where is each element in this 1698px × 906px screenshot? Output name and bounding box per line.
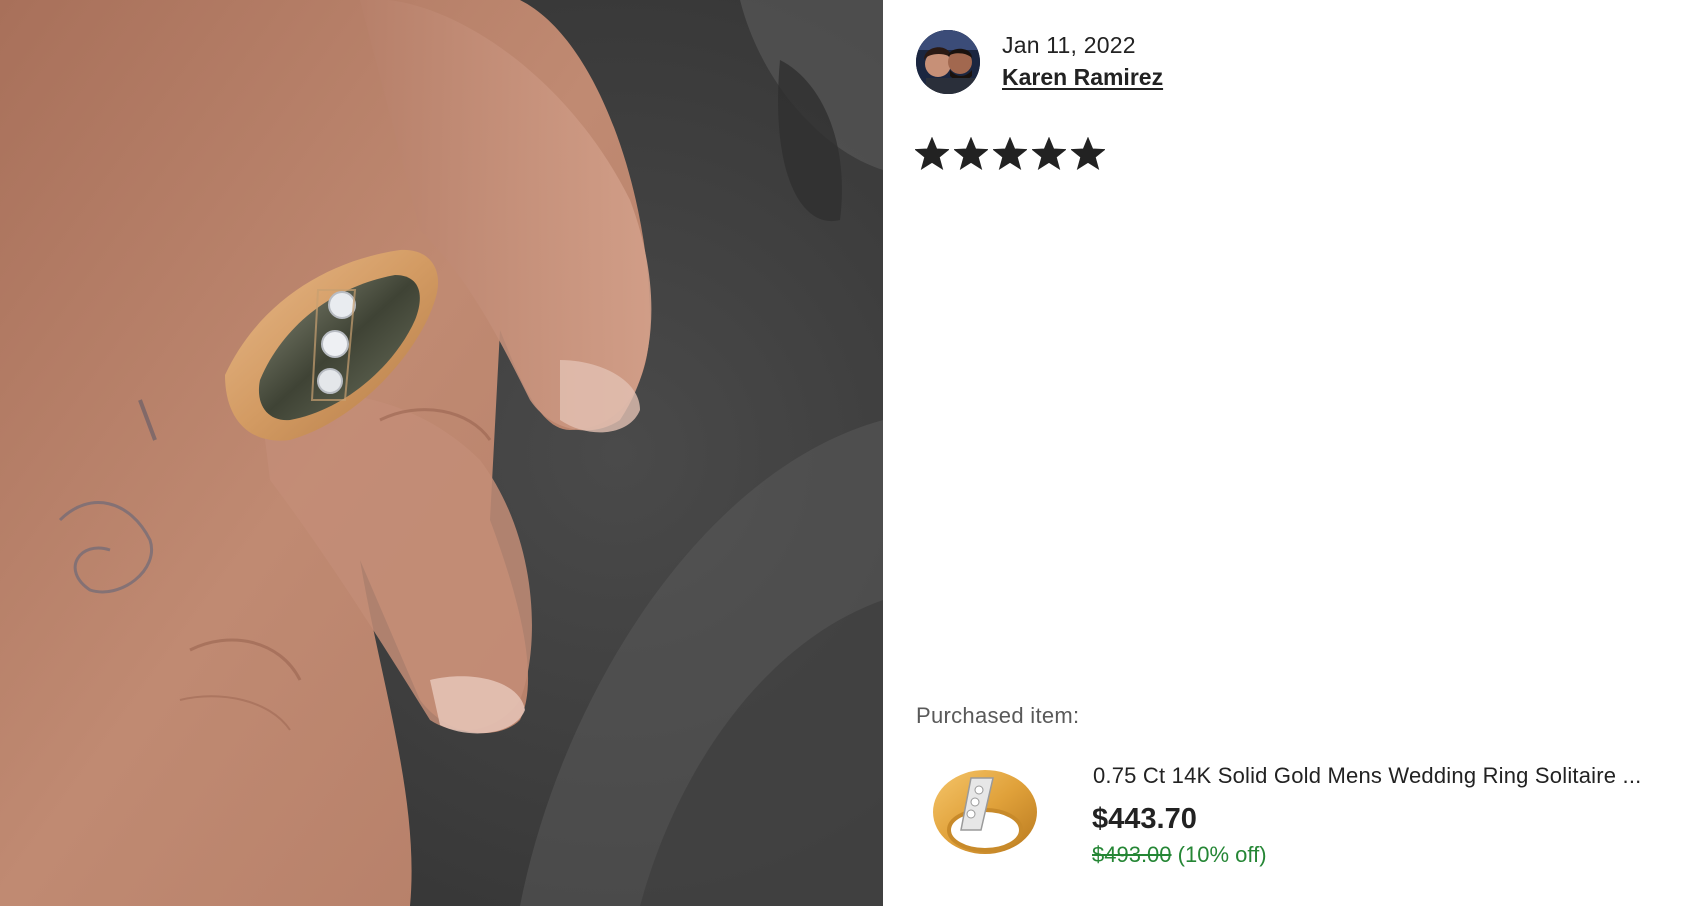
review-lightbox: Jan 11, 2022 Karen Ramirez Purchased ite… xyxy=(0,0,1698,906)
purchased-item-title[interactable]: 0.75 Ct 14K Solid Gold Mens Wedding Ring… xyxy=(1093,763,1698,789)
star-icon xyxy=(1071,137,1105,170)
review-date: Jan 11, 2022 xyxy=(1002,32,1136,58)
current-price: $443.70 xyxy=(1092,803,1197,835)
review-photo xyxy=(0,0,883,906)
star-icon xyxy=(1032,137,1066,170)
reviewer-avatar[interactable] xyxy=(916,30,980,94)
sale-price-row: $493.00 (10% off) xyxy=(1092,842,1267,868)
purchased-item-thumbnail[interactable] xyxy=(923,750,1048,875)
review-details: Jan 11, 2022 Karen Ramirez Purchased ite… xyxy=(883,0,1698,906)
star-icon xyxy=(915,137,949,170)
purchased-item-label: Purchased item: xyxy=(916,703,1080,728)
original-price: $493.00 xyxy=(1092,842,1172,867)
star-rating xyxy=(915,137,1105,171)
discount-label: (10% off) xyxy=(1177,842,1267,867)
star-icon xyxy=(954,137,988,170)
reviewer-name-link[interactable]: Karen Ramirez xyxy=(1002,64,1163,91)
star-icon xyxy=(993,137,1027,170)
